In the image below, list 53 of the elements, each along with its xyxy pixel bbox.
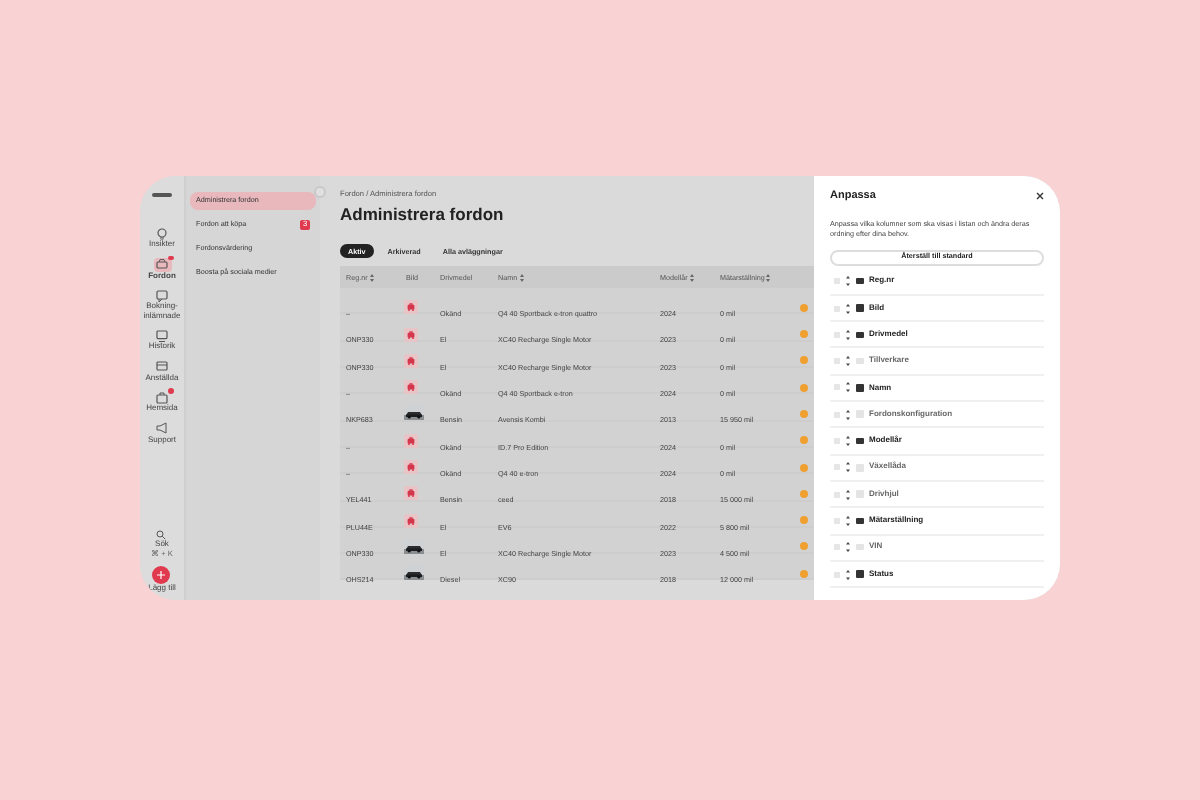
drag-handle-icon[interactable] xyxy=(846,382,850,393)
status-dot-icon xyxy=(800,542,808,551)
status-dot-icon xyxy=(800,383,808,392)
car-placeholder-icon xyxy=(404,486,418,501)
drag-handle-icon[interactable] xyxy=(846,515,850,526)
car-placeholder-icon xyxy=(404,460,418,475)
status-dot-icon xyxy=(800,516,808,525)
drag-handle-icon[interactable] xyxy=(846,542,850,553)
drag-handle-icon[interactable] xyxy=(846,276,850,287)
status-dot-icon xyxy=(800,436,808,445)
sort-icon[interactable] xyxy=(766,273,771,282)
status-dot-icon xyxy=(800,463,808,472)
status-dot-icon xyxy=(800,489,808,498)
status-dot-icon xyxy=(800,356,808,365)
logo-icon xyxy=(152,192,172,198)
checkbox[interactable] xyxy=(856,304,863,312)
checkbox[interactable] xyxy=(856,437,863,445)
checkbox[interactable] xyxy=(856,384,863,392)
sort-icon[interactable] xyxy=(519,273,524,282)
sort-icon[interactable] xyxy=(689,273,694,282)
checkbox[interactable] xyxy=(856,570,863,578)
chat-icon[interactable] xyxy=(156,289,168,301)
card-icon[interactable] xyxy=(156,360,168,372)
drag-handle-icon[interactable] xyxy=(846,489,850,500)
car-placeholder-icon xyxy=(404,327,418,342)
drag-handle-icon[interactable] xyxy=(846,436,850,447)
status-dot-icon xyxy=(800,303,808,312)
checkbox[interactable] xyxy=(856,277,863,285)
car-placeholder-icon xyxy=(404,513,418,528)
drag-handle-icon[interactable] xyxy=(846,303,850,314)
page-title: Administrera fordon xyxy=(340,204,506,225)
drag-handle-icon[interactable] xyxy=(846,569,850,579)
search-icon[interactable] xyxy=(156,530,167,540)
car-placeholder-icon xyxy=(404,380,418,395)
car-placeholder-icon xyxy=(404,300,418,315)
checkbox[interactable] xyxy=(856,331,863,339)
drag-handle-icon[interactable] xyxy=(846,356,850,367)
drag-handle-icon[interactable] xyxy=(846,329,850,340)
status-dot-icon xyxy=(800,569,808,578)
sort-icon[interactable] xyxy=(369,273,374,282)
drag-handle-icon[interactable] xyxy=(846,462,850,473)
car-placeholder-icon xyxy=(404,353,418,368)
monitor-icon[interactable] xyxy=(156,329,168,341)
car-placeholder-icon xyxy=(404,433,418,448)
megaphone-icon[interactable] xyxy=(156,422,168,434)
status-dot-icon xyxy=(800,330,808,339)
box-icon[interactable] xyxy=(156,391,168,403)
close-icon[interactable] xyxy=(1036,192,1044,201)
status-dot-icon xyxy=(800,409,808,418)
add-button[interactable] xyxy=(152,565,171,583)
drag-handle-icon[interactable] xyxy=(846,409,850,420)
bulb-icon[interactable] xyxy=(156,227,168,239)
checkbox[interactable] xyxy=(856,517,863,525)
